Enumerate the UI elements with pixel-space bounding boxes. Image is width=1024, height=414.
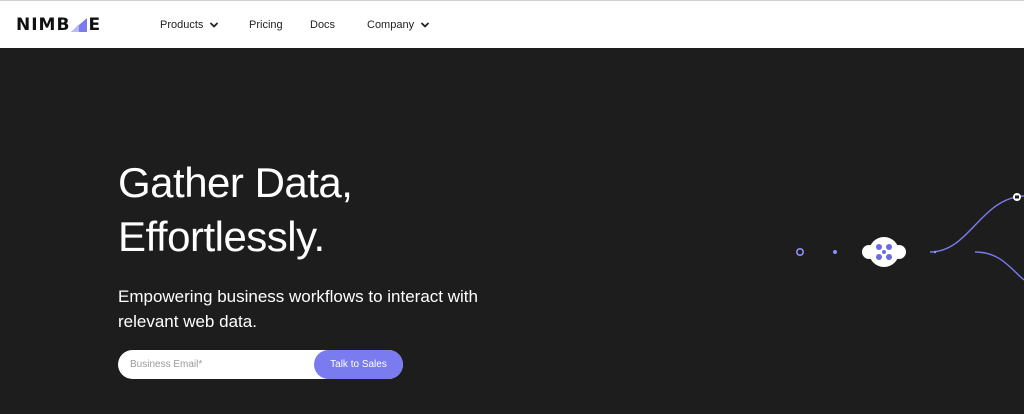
subtitle-line-1: Empowering business workflows to interac… bbox=[118, 287, 478, 306]
email-signup-form: Talk to Sales bbox=[118, 350, 403, 379]
processor-node-icon bbox=[862, 237, 906, 267]
nav-company-label: Company bbox=[367, 19, 415, 31]
endpoint-node-icon bbox=[1013, 193, 1021, 201]
logo-mark-icon bbox=[71, 18, 88, 32]
talk-to-sales-button[interactable]: Talk to Sales bbox=[314, 350, 403, 379]
nav-company[interactable]: Company bbox=[367, 16, 430, 34]
headline-line-2: Effortlessly. bbox=[118, 213, 325, 260]
subtitle-line-2: relevant web data. bbox=[118, 312, 257, 331]
business-email-input[interactable] bbox=[118, 350, 318, 379]
flow-node-small bbox=[933, 250, 937, 254]
data-flow-graphic bbox=[690, 193, 1024, 281]
nav-pricing-label: Pricing bbox=[249, 19, 283, 31]
logo-text-left: NIMB bbox=[16, 15, 71, 35]
hero-section: Gather Data, Effortlessly. Empowering bu… bbox=[0, 48, 1024, 414]
flow-node-dot bbox=[833, 250, 837, 254]
hero-headline: Gather Data, Effortlessly. bbox=[118, 156, 353, 264]
hero-subtitle: Empowering business workflows to interac… bbox=[118, 284, 538, 334]
chevron-down-icon bbox=[421, 22, 429, 28]
nav-docs[interactable]: Docs bbox=[310, 16, 335, 34]
top-navigation: NIMB E Products Pricing Docs Company bbox=[0, 0, 1024, 48]
flow-node-ring bbox=[796, 248, 805, 257]
headline-line-1: Gather Data, bbox=[118, 159, 353, 206]
branch-down-line bbox=[974, 251, 1024, 281]
branch-up-line bbox=[929, 195, 1024, 253]
nav-products-label: Products bbox=[160, 19, 204, 31]
nimble-logo[interactable]: NIMB E bbox=[16, 15, 101, 35]
chevron-down-icon bbox=[210, 22, 219, 28]
logo-text-right: E bbox=[88, 15, 102, 35]
nav-pricing[interactable]: Pricing bbox=[249, 16, 283, 34]
nav-docs-label: Docs bbox=[310, 19, 336, 31]
nav-products[interactable]: Products bbox=[160, 16, 219, 34]
